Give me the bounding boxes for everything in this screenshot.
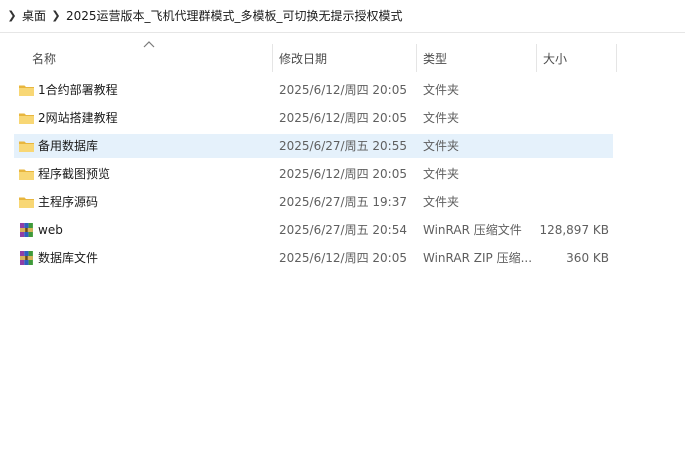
- column-header-date[interactable]: 修改日期: [279, 42, 327, 72]
- folder-icon: [18, 166, 35, 182]
- column-resize-handle[interactable]: [616, 44, 617, 72]
- file-name: 1合约部署教程: [38, 83, 118, 97]
- chevron-right-icon[interactable]: ❯: [49, 0, 63, 32]
- file-name: 主程序源码: [38, 195, 99, 209]
- breadcrumb-item-desktop[interactable]: 桌面: [19, 0, 49, 32]
- file-type: WinRAR ZIP 压缩...: [423, 251, 533, 265]
- file-name: 数据库文件: [38, 251, 99, 265]
- list-item[interactable]: web 2025/6/27/周五 20:54 WinRAR 压缩文件 128,8…: [14, 218, 613, 242]
- chevron-right-icon[interactable]: ❯: [5, 0, 19, 32]
- folder-icon: [18, 138, 35, 154]
- column-header-name[interactable]: 名称: [32, 42, 56, 72]
- file-modified-date: 2025/6/27/周五 20:54: [279, 223, 407, 237]
- list-item[interactable]: 1合约部署教程 2025/6/12/周四 20:05 文件夹: [14, 78, 613, 102]
- file-modified-date: 2025/6/12/周四 20:05: [279, 111, 407, 125]
- list-item[interactable]: 2网站搭建教程 2025/6/12/周四 20:05 文件夹: [14, 106, 613, 130]
- file-type: 文件夹: [423, 167, 460, 181]
- file-size: [536, 106, 609, 130]
- column-resize-handle[interactable]: [272, 44, 273, 72]
- column-header-size[interactable]: 大小: [543, 42, 567, 72]
- list-item[interactable]: 数据库文件 2025/6/12/周四 20:05 WinRAR ZIP 压缩..…: [14, 246, 613, 270]
- file-size: 360 KB: [566, 251, 609, 265]
- winrar-archive-icon: [18, 222, 35, 238]
- file-size: [536, 162, 609, 186]
- file-modified-date: 2025/6/12/周四 20:05: [279, 167, 407, 181]
- column-resize-handle[interactable]: [416, 44, 417, 72]
- folder-icon: [18, 110, 35, 126]
- file-size: [536, 190, 609, 214]
- toolbar-divider: [0, 32, 685, 33]
- breadcrumb: ❯ 桌面 ❯ 2025运营版本_飞机代理群模式_多模板_可切换无提示授权模式: [0, 0, 685, 32]
- column-header-type[interactable]: 类型: [423, 42, 447, 72]
- folder-icon: [18, 82, 35, 98]
- sort-ascending-icon: [143, 41, 155, 48]
- file-name: 备用数据库: [38, 139, 99, 153]
- file-size: [536, 134, 609, 158]
- list-item[interactable]: 程序截图预览 2025/6/12/周四 20:05 文件夹: [14, 162, 613, 186]
- list-item-selected[interactable]: 备用数据库 2025/6/27/周五 20:55 文件夹: [14, 134, 613, 158]
- file-modified-date: 2025/6/27/周五 19:37: [279, 195, 407, 209]
- file-type: 文件夹: [423, 111, 460, 125]
- file-modified-date: 2025/6/27/周五 20:55: [279, 139, 407, 153]
- winrar-zip-icon: [18, 250, 35, 266]
- file-name: 程序截图预览: [38, 167, 111, 181]
- file-type: 文件夹: [423, 83, 460, 97]
- file-modified-date: 2025/6/12/周四 20:05: [279, 251, 407, 265]
- column-header: 名称 修改日期 类型 大小: [0, 41, 685, 72]
- file-name: 2网站搭建教程: [38, 111, 118, 125]
- file-size: 128,897 KB: [539, 223, 609, 237]
- breadcrumb-item-current-folder[interactable]: 2025运营版本_飞机代理群模式_多模板_可切换无提示授权模式: [63, 0, 406, 32]
- file-explorer-window: ❯ 桌面 ❯ 2025运营版本_飞机代理群模式_多模板_可切换无提示授权模式 名…: [0, 0, 685, 469]
- file-type: 文件夹: [423, 195, 460, 209]
- file-name: web: [38, 223, 63, 237]
- file-type: 文件夹: [423, 139, 460, 153]
- file-type: WinRAR 压缩文件: [423, 223, 522, 237]
- list-item[interactable]: 主程序源码 2025/6/27/周五 19:37 文件夹: [14, 190, 613, 214]
- folder-icon: [18, 194, 35, 210]
- column-resize-handle[interactable]: [536, 44, 537, 72]
- file-size: [536, 78, 609, 102]
- file-modified-date: 2025/6/12/周四 20:05: [279, 83, 407, 97]
